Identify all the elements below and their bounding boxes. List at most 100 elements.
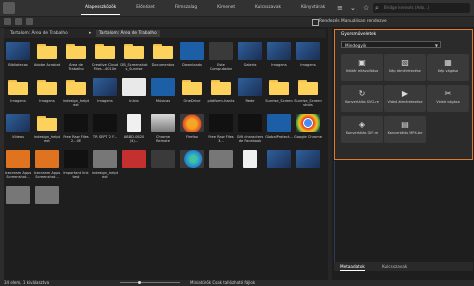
recent-icon[interactable] [26, 18, 33, 25]
file-item[interactable]: DB_Screenshots_Sunrise [120, 42, 148, 72]
file-item[interactable]: Sunrise_Screenshots [294, 78, 322, 108]
file-item[interactable]: Documentos [149, 42, 177, 67]
menu-icon[interactable]: ≡ [337, 4, 345, 12]
file-name: Adobe Acrobat [33, 63, 61, 67]
toolbar-icons: ≡ ⌄ ☆ [337, 4, 371, 12]
quick-action-icon: ▦ [444, 58, 452, 67]
quick-action-icon: ◈ [358, 120, 366, 129]
quick-action-button[interactable]: ▣ Háttér eltávolítása [341, 54, 383, 81]
tab-essentials[interactable]: Alapesszközök [75, 0, 126, 16]
file-item[interactable]: Important link test [62, 150, 90, 180]
file-item[interactable]: Gift characters de Facebook [236, 114, 264, 144]
content-tab-active[interactable]: Tartalom: Área de Trabalho [96, 30, 160, 37]
quick-action-button[interactable]: ✂ Videó vágása [427, 85, 469, 112]
file-item[interactable]: Icecream Apps Screenshot... [4, 150, 32, 180]
file-item[interactable]: Google Chrome [294, 114, 322, 139]
file-name: OneDrive [183, 99, 201, 103]
tab-keywords-panel[interactable]: Kulcsszavak [382, 262, 407, 271]
quick-action-icon: ▤ [401, 120, 409, 129]
file-item[interactable]: Imagens [294, 42, 322, 67]
file-item[interactable]: Creative Cloud Files...4010e [91, 42, 119, 72]
content-tab-label[interactable]: Tartalom: Área de Trabalho [10, 29, 68, 38]
file-item[interactable] [33, 186, 61, 207]
sort-icon[interactable] [312, 19, 319, 26]
content-grid: Bibliotecas Adobe Acrobat Área de Trabalho… [4, 40, 326, 280]
tab-filmstrip[interactable]: Filmszalag [165, 0, 207, 16]
file-item[interactable]: Área de Trabalho [62, 42, 90, 72]
folder-icon [64, 78, 88, 96]
file-item[interactable] [207, 150, 235, 171]
file-item[interactable]: indesign_helptext [33, 114, 61, 144]
back-icon[interactable] [4, 18, 11, 25]
file-item[interactable]: indesign_helptext [62, 78, 90, 108]
file-thumbnail [93, 150, 117, 168]
file-item[interactable]: Chrome Remote Desktop [149, 114, 177, 144]
file-item[interactable]: Icecream Apps Screenshot... [33, 150, 61, 180]
file-item[interactable] [178, 150, 206, 171]
tab-output[interactable]: Kimenet [207, 0, 245, 16]
file-item[interactable]: GlobalProtect... [265, 114, 293, 139]
file-item[interactable]: OneDrive [178, 78, 206, 103]
file-item[interactable] [294, 150, 322, 171]
file-item[interactable] [120, 150, 148, 171]
tab-keywords[interactable]: Kulcsszavak [245, 0, 291, 16]
quick-action-button[interactable]: ◈ Konvertálás GIF-re [341, 116, 383, 143]
thumbnail-size-slider[interactable] [120, 281, 180, 284]
quick-action-button[interactable]: ▤ Konvertálás MP4-be [384, 116, 426, 143]
file-thumbnail [180, 150, 204, 168]
panel-divider[interactable] [328, 28, 332, 280]
quick-action-label: Háttér eltávolítása [345, 69, 379, 73]
app-logo-icon[interactable] [3, 2, 15, 14]
file-item[interactable]: Início [120, 78, 148, 103]
file-item[interactable]: Adobe Acrobat [33, 42, 61, 67]
file-item[interactable] [265, 150, 293, 171]
file-item[interactable]: Este Computador [207, 42, 235, 72]
sort-dropdown[interactable]: Rendezés Manuálisan rendezve [319, 17, 387, 27]
file-thumbnail [151, 78, 175, 96]
quick-action-button[interactable]: ▦ Kép vágása [427, 54, 469, 81]
file-item[interactable]: indesign_helptext [91, 150, 119, 180]
file-item[interactable] [149, 150, 177, 171]
file-item[interactable]: TR SEPT 2 F... [91, 114, 119, 139]
file-item[interactable]: Rede [236, 78, 264, 103]
file-item[interactable] [236, 150, 264, 171]
file-item[interactable]: Firefox [178, 114, 206, 139]
quick-action-button[interactable]: ▶ Videó átméretezése [384, 85, 426, 112]
quick-actions-filter[interactable]: Mindegyik ▼ [341, 41, 441, 48]
file-item[interactable] [4, 186, 32, 207]
chevron-down-icon[interactable]: ⌄ [350, 4, 358, 12]
folder-icon [209, 78, 233, 96]
quick-action-button[interactable]: ▧ Kép átméretezése [384, 54, 426, 81]
file-item[interactable]: platform-hacks [207, 78, 235, 103]
file-item[interactable]: Galeria [236, 42, 264, 67]
file-item[interactable]: Bibliotecas [4, 42, 32, 67]
file-item[interactable]: Imagens [4, 78, 32, 103]
quick-action-label: Konvertálás SVG-re [345, 100, 379, 104]
tab-preview[interactable]: Előnézet [126, 0, 165, 16]
file-item[interactable]: Sunrise_Screen [265, 78, 293, 103]
file-item[interactable]: Imagens [265, 42, 293, 67]
view-options[interactable]: Miniatűrök Csak tallózható fájlok [190, 280, 255, 286]
file-item[interactable]: Imagens [91, 78, 119, 103]
file-thumbnail [296, 114, 320, 132]
quick-action-icon: ↻ [358, 89, 366, 98]
tab-libraries[interactable]: Könyvtárak [291, 0, 335, 16]
search-field[interactable]: ⌕ Bridge keresés (Ado...) [373, 3, 470, 13]
file-name: Início [129, 99, 139, 103]
file-thumbnail [93, 114, 117, 132]
forward-icon[interactable] [15, 18, 22, 25]
file-item[interactable]: ABBD-0820 (4)... [120, 114, 148, 144]
file-thumbnail [238, 78, 262, 96]
file-item[interactable]: Downloads [178, 42, 206, 67]
file-item[interactable]: Free Raw Files 2...0E [62, 114, 90, 144]
file-name: Imagens [271, 63, 287, 67]
tab-metadata[interactable]: Metaadatok [340, 262, 365, 271]
file-item[interactable]: Músicas [149, 78, 177, 103]
file-name: Imagens [39, 99, 55, 103]
quick-action-button[interactable]: ↻ Konvertálás SVG-re [341, 85, 383, 112]
star-icon[interactable]: ☆ [363, 4, 371, 12]
file-item[interactable]: Vídeos [4, 114, 32, 139]
chevron-down-icon: ▼ [434, 43, 438, 48]
file-item[interactable]: Imagens [33, 78, 61, 103]
file-item[interactable]: Free Raw Files 3... [207, 114, 235, 144]
